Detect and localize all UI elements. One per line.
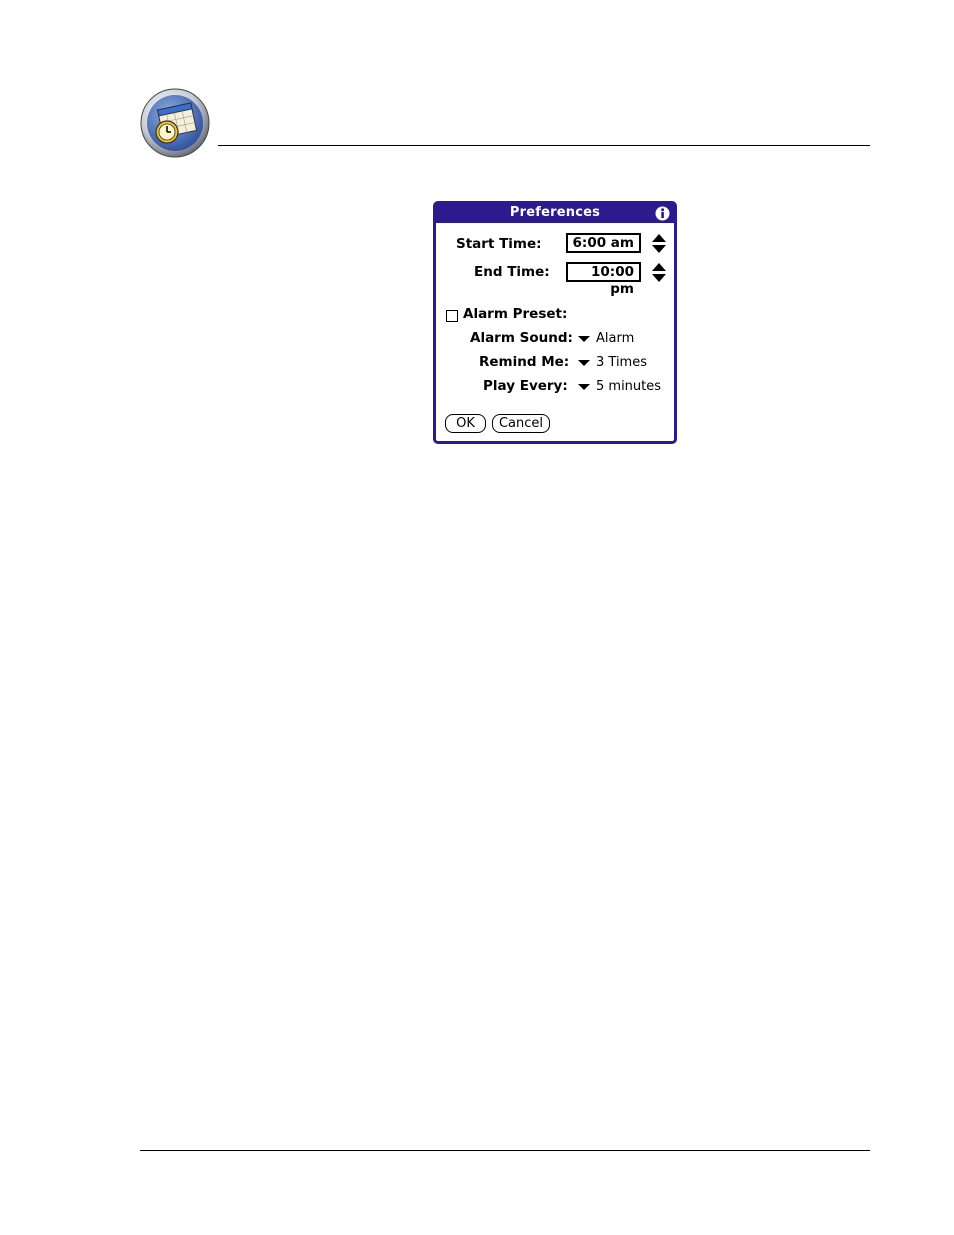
decrement-arrow-icon [652, 274, 666, 282]
end-time-label: End Time: [474, 264, 550, 280]
alarm-sound-dropdown[interactable]: Alarm [596, 331, 634, 346]
remind-me-dropdown-icon[interactable] [578, 360, 590, 366]
header-divider [218, 145, 870, 146]
decrement-arrow-icon [652, 245, 666, 253]
alarm-sound-dropdown-icon[interactable] [578, 336, 590, 342]
remind-me-label: Remind Me: [479, 354, 570, 370]
ok-button[interactable]: OK [445, 414, 486, 433]
start-time-field[interactable]: 6:00 am [566, 233, 641, 253]
increment-arrow-icon [652, 234, 666, 242]
info-icon[interactable] [655, 206, 670, 221]
dialog-title: Preferences [509, 205, 601, 220]
increment-arrow-icon [652, 263, 666, 271]
end-time-stepper[interactable] [651, 262, 667, 284]
start-time-stepper[interactable] [651, 233, 667, 255]
remind-me-dropdown[interactable]: 3 Times [596, 355, 647, 370]
start-time-label: Start Time: [456, 236, 542, 252]
alarm-preset-label: Alarm Preset: [463, 306, 568, 322]
end-time-field[interactable]: 10:00 pm [566, 262, 641, 297]
play-every-dropdown[interactable]: 5 minutes [596, 379, 661, 394]
cancel-button[interactable]: Cancel [492, 414, 550, 433]
alarm-preset-checkbox[interactable] [446, 310, 458, 322]
play-every-label: Play Every: [483, 378, 568, 394]
alarm-sound-label: Alarm Sound: [470, 330, 573, 346]
play-every-dropdown-icon[interactable] [578, 384, 590, 390]
dialog-title-bar: Preferences [436, 204, 674, 223]
footer-divider [140, 1150, 870, 1151]
preferences-dialog: Preferences Start Time: 6:00 am End Time… [433, 201, 677, 444]
datebook-calendar-clock-icon [140, 88, 210, 158]
